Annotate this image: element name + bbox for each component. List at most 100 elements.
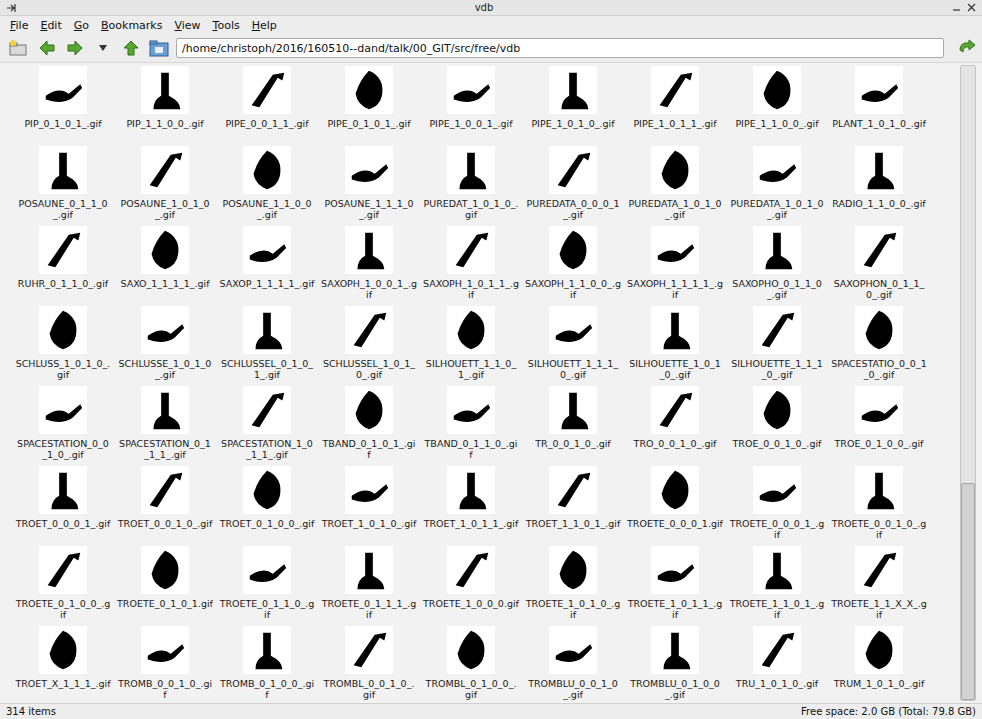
- file-item[interactable]: TBAND_0_1_1_0_.gif: [420, 386, 522, 466]
- file-item[interactable]: TROET_1_1_0_1_.gif: [522, 466, 624, 546]
- file-item[interactable]: TROETE_1_1_0_1_.gif: [726, 546, 828, 626]
- file-item[interactable]: SILHOUETT_1_1_0_1_.gif: [420, 306, 522, 386]
- file-item[interactable]: TROET_X_1_1_1_.gif: [12, 626, 114, 703]
- file-item[interactable]: TROET_0_0_0_1_.gif: [12, 466, 114, 546]
- file-item[interactable]: PIP_1_1_0_0_.gif: [114, 66, 216, 146]
- menu-item[interactable]: View: [174, 19, 200, 32]
- menu-item[interactable]: Help: [252, 19, 277, 32]
- file-item[interactable]: PUREDAT_1_0_1_0_.gif: [420, 146, 522, 226]
- file-item[interactable]: SILHOUETT_1_1_1_0_.gif: [522, 306, 624, 386]
- file-item[interactable]: SILHOUETTE_1_1_1_0_.gif: [726, 306, 828, 386]
- file-item[interactable]: SAXOPH_1_1_0_0_.gif: [522, 226, 624, 306]
- file-item[interactable]: TROET_0_1_0_0_.gif: [216, 466, 318, 546]
- file-item[interactable]: TROMB_0_0_1_0_.gif: [114, 626, 216, 703]
- file-item[interactable]: SPACESTATION_0_1_1_1_.gif: [114, 386, 216, 466]
- file-item[interactable]: SPACESTATIO_0_0_1_0_.gif: [828, 306, 930, 386]
- home-button[interactable]: [148, 37, 170, 59]
- scrollbar-thumb[interactable]: [961, 483, 975, 700]
- file-item[interactable]: TROETE_0_1_1_1_.gif: [318, 546, 420, 626]
- file-item[interactable]: TRO_0_0_1_0_.gif: [624, 386, 726, 466]
- file-item[interactable]: POSAUNE_1_0_1_0_.gif: [114, 146, 216, 226]
- file-item[interactable]: PIPE_1_0_1_1_.gif: [624, 66, 726, 146]
- file-item[interactable]: SAXOPHON_0_1_1_0_.gif: [828, 226, 930, 306]
- menu-item[interactable]: Go: [74, 19, 89, 32]
- file-item[interactable]: PIPE_0_0_1_1_.gif: [216, 66, 318, 146]
- file-item[interactable]: PUREDATA_0_0_0_1_.gif: [522, 146, 624, 226]
- file-item[interactable]: SAXOPH_1_0_1_1_.gif: [420, 226, 522, 306]
- file-item[interactable]: SPACESTATION_1_0_1_1_.gif: [216, 386, 318, 466]
- file-item[interactable]: PIPE_1_0_1_0_.gif: [522, 66, 624, 146]
- file-item[interactable]: SCHLUSSEL_1_0_1_0_.gif: [318, 306, 420, 386]
- menu-item[interactable]: File: [10, 19, 28, 32]
- menu-item[interactable]: Bookmarks: [101, 19, 162, 32]
- file-item[interactable]: TROETE_1_1_X_X_.gif: [828, 546, 930, 626]
- file-item[interactable]: TROETE_1_0_1_0_.gif: [522, 546, 624, 626]
- file-item[interactable]: TROMB_0_1_0_0_.gif: [216, 626, 318, 703]
- menu-item[interactable]: Tools: [213, 19, 240, 32]
- file-item[interactable]: TROETE_1_0_1_1_.gif: [624, 546, 726, 626]
- file-item[interactable]: TROET_0_0_1_0_.gif: [114, 466, 216, 546]
- file-item[interactable]: SCHLUSSEL_0_1_0_1_.gif: [216, 306, 318, 386]
- file-name: TROETE_0_1_0_0_.gif: [15, 598, 111, 620]
- thumbnail-image-icon: [550, 627, 596, 673]
- file-item[interactable]: TROETE_0_0_0_1_.gif: [726, 466, 828, 546]
- up-button[interactable]: [120, 37, 142, 59]
- thumbnail-image-icon: [754, 387, 800, 433]
- icon-grid: PIP_0_1_0_1_.gifPIP_1_1_0_0_.gifPIPE_0_0…: [0, 63, 960, 703]
- file-item[interactable]: SAXO_1_1_1_1_.gif: [114, 226, 216, 306]
- file-item[interactable]: POSAUNE_1_1_1_0_.gif: [318, 146, 420, 226]
- file-item[interactable]: SPACESTATION_0_0_1_0_.gif: [12, 386, 114, 466]
- file-item[interactable]: TROE_0_0_1_0_.gif: [726, 386, 828, 466]
- file-item[interactable]: SILHOUETTE_1_0_1_0_.gif: [624, 306, 726, 386]
- file-item[interactable]: TRU_1_0_1_0_.gif: [726, 626, 828, 703]
- close-icon[interactable]: [967, 3, 976, 12]
- file-item[interactable]: TROMBL_0_1_0_0_.gif: [420, 626, 522, 703]
- file-thumbnail: [753, 386, 801, 434]
- file-item[interactable]: PUREDATA_1_0_1_0_.gif: [726, 146, 828, 226]
- file-item[interactable]: TROETE_0_1_0_1.gif: [114, 546, 216, 626]
- file-item[interactable]: TROMBL_0_0_1_0_.gif: [318, 626, 420, 703]
- file-item[interactable]: TROETE_1_0_0_0.gif: [420, 546, 522, 626]
- file-item[interactable]: SCHLUSS_1_0_1_0_.gif: [12, 306, 114, 386]
- file-item[interactable]: SAXOPHO_0_1_1_0_.gif: [726, 226, 828, 306]
- file-item[interactable]: TROETE_0_1_1_0_.gif: [216, 546, 318, 626]
- file-item[interactable]: POSAUNE_0_1_1_0_.gif: [12, 146, 114, 226]
- go-button[interactable]: [956, 37, 978, 59]
- menu-item[interactable]: Edit: [40, 19, 61, 32]
- thumbnail-image-icon: [856, 67, 902, 113]
- file-item[interactable]: TR_0_0_1_0_.gif: [522, 386, 624, 466]
- file-item[interactable]: TROETE_0_0_0_1.gif: [624, 466, 726, 546]
- file-item[interactable]: PIPE_1_1_0_0_.gif: [726, 66, 828, 146]
- scrollbar[interactable]: [960, 65, 976, 701]
- file-item[interactable]: TROETE_0_0_1_0_.gif: [828, 466, 930, 546]
- file-item[interactable]: TROMBLU_0_1_0_0_.gif: [624, 626, 726, 703]
- file-item[interactable]: PIP_0_1_0_1_.gif: [12, 66, 114, 146]
- file-item[interactable]: TRUM_1_0_1_0_.gif: [828, 626, 930, 703]
- file-item[interactable]: PIPE_1_0_0_1_.gif: [420, 66, 522, 146]
- file-item[interactable]: TROET_1_0_1_1_.gif: [420, 466, 522, 546]
- history-dropdown[interactable]: [92, 37, 114, 59]
- new-tab-button[interactable]: [8, 37, 30, 59]
- file-item[interactable]: TBAND_0_1_0_1_.gif: [318, 386, 420, 466]
- file-item[interactable]: SCHLUSSE_1_0_1_0_.gif: [114, 306, 216, 386]
- file-item[interactable]: RUHR_0_1_1_0_.gif: [12, 226, 114, 306]
- forward-button[interactable]: [64, 37, 86, 59]
- minimize-icon[interactable]: [952, 3, 961, 12]
- file-item[interactable]: TROETE_0_1_0_0_.gif: [12, 546, 114, 626]
- back-button[interactable]: [36, 37, 58, 59]
- file-item[interactable]: PLANT_1_0_1_0_.gif: [828, 66, 930, 146]
- file-item[interactable]: TROMBLU_0_0_1_0_.gif: [522, 626, 624, 703]
- window-menu-icon[interactable]: [6, 3, 16, 13]
- file-item[interactable]: PIPE_0_1_0_1_.gif: [318, 66, 420, 146]
- file-item[interactable]: TROET_1_0_1_0_.gif: [318, 466, 420, 546]
- file-item[interactable]: SAXOPH_1_0_0_1_.gif: [318, 226, 420, 306]
- file-item[interactable]: SAXOP_1_1_1_1_.gif: [216, 226, 318, 306]
- file-item[interactable]: SAXOPH_1_1_1_1_.gif: [624, 226, 726, 306]
- file-item[interactable]: PUREDATA_1_0_1_0_.gif: [624, 146, 726, 226]
- file-item[interactable]: RADIO_1_1_0_0_.gif: [828, 146, 930, 226]
- file-name: TBAND_0_1_0_1_.gif: [321, 438, 417, 460]
- file-name: TROMB_0_1_0_0_.gif: [219, 678, 315, 700]
- file-item[interactable]: POSAUNE_1_1_0_0_.gif: [216, 146, 318, 226]
- file-item[interactable]: TROE_0_1_0_0_.gif: [828, 386, 930, 466]
- location-field[interactable]: /home/christoph/2016/160510--dand/talk/0…: [176, 38, 944, 58]
